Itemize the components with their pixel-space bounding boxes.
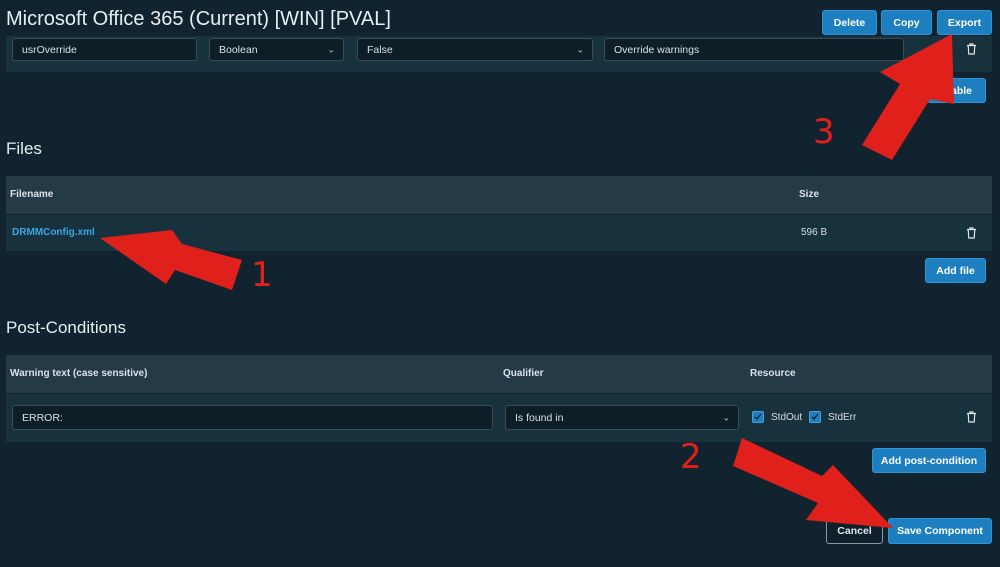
- column-qualifier: Qualifier: [503, 368, 544, 379]
- annotation-number-2: 2: [680, 437, 702, 477]
- post-conditions-table-header: Warning text (case sensitive) Qualifier …: [6, 355, 992, 393]
- chevron-down-icon: ⌄: [722, 412, 730, 422]
- variable-type-select[interactable]: Boolean ⌄: [209, 38, 344, 61]
- delete-file-icon[interactable]: [966, 227, 977, 242]
- table-row: DRMMConfig.xml 596 B: [6, 215, 992, 251]
- add-post-condition-button[interactable]: Add post-condition: [872, 448, 986, 473]
- column-size: Size: [799, 189, 820, 200]
- qualifier-value: Is found in: [515, 411, 564, 424]
- annotation-arrow-2: [733, 438, 893, 528]
- checkmark-icon: [754, 413, 762, 421]
- qualifier-select[interactable]: Is found in ⌄: [505, 405, 739, 430]
- stdout-checkbox[interactable]: [752, 411, 764, 423]
- column-warning-text: Warning text (case sensitive): [10, 368, 148, 379]
- stdout-label: StdOut: [771, 412, 803, 423]
- warning-text-value: ERROR:: [22, 411, 63, 424]
- cancel-button[interactable]: Cancel: [826, 518, 883, 544]
- files-section-title: Files: [6, 139, 42, 158]
- variable-description-value: Override warnings: [614, 43, 700, 56]
- variable-value-select[interactable]: False ⌄: [357, 38, 593, 61]
- stderr-checkbox[interactable]: [809, 411, 821, 423]
- files-table-header: Filename Size: [6, 176, 992, 214]
- stderr-label: StdErr: [828, 412, 857, 423]
- post-conditions-section-title: Post-Conditions: [6, 318, 127, 337]
- column-resource: Resource: [750, 368, 796, 379]
- annotation-number-1: 1: [251, 255, 273, 295]
- variable-type-value: Boolean: [219, 43, 258, 56]
- export-button[interactable]: Export: [937, 10, 992, 35]
- checkmark-icon: [811, 413, 819, 421]
- variable-name-value: usrOverride: [22, 43, 77, 56]
- chevron-down-icon: ⌄: [576, 44, 584, 54]
- copy-button[interactable]: Copy: [881, 10, 932, 35]
- variable-value-value: False: [367, 43, 393, 56]
- file-size: 596 B: [801, 227, 828, 238]
- page-title: Microsoft Office 365 (Current) [WIN] [PV…: [6, 8, 391, 30]
- annotation-number-3: 3: [813, 112, 835, 152]
- variable-name-input[interactable]: usrOverride: [12, 38, 197, 61]
- chevron-down-icon: ⌄: [327, 44, 335, 54]
- annotation-arrows: [100, 34, 954, 528]
- delete-variable-icon[interactable]: [966, 43, 977, 58]
- add-variable-button[interactable]: riable: [927, 78, 986, 103]
- file-link[interactable]: DRMMConfig.xml: [12, 227, 95, 238]
- delete-post-condition-icon[interactable]: [966, 411, 977, 426]
- column-filename: Filename: [10, 189, 54, 200]
- save-component-button[interactable]: Save Component: [888, 518, 992, 544]
- add-file-button[interactable]: Add file: [925, 258, 986, 283]
- warning-text-input[interactable]: ERROR:: [12, 405, 493, 430]
- delete-button[interactable]: Delete: [822, 10, 877, 35]
- variable-description-input[interactable]: Override warnings: [604, 38, 904, 61]
